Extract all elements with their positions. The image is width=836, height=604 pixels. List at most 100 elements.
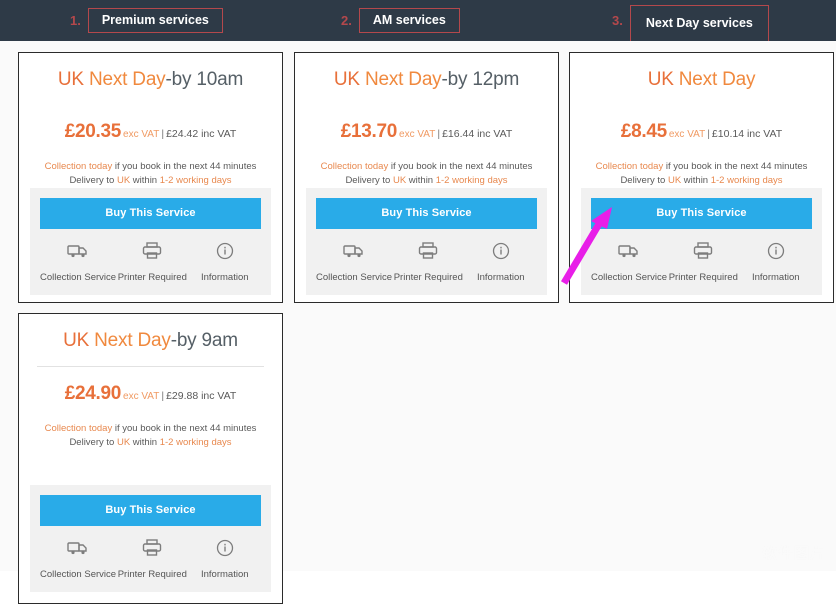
card-title: UK Next Day-by 9am [19, 314, 282, 366]
blurb-delivery-prefix: Delivery to [69, 437, 117, 448]
card-title-uk: UK [57, 69, 89, 90]
feature-information[interactable]: Information [189, 539, 261, 582]
service-card-grid: UK Next Day-by 10am £20.35 exc VAT | £24.42… [0, 41, 836, 604]
feature-label: Information [201, 272, 249, 283]
feature-printer-required[interactable]: Printer Required [667, 242, 739, 285]
card-title-service: Next Day [364, 69, 442, 90]
price-exc-vat: £24.90 [64, 383, 122, 404]
blurb-within: within [130, 437, 160, 448]
blurb-within: within [681, 175, 711, 186]
price-exc-vat: £13.70 [340, 121, 398, 142]
info-icon [740, 242, 812, 262]
feature-label: Printer Required [117, 272, 187, 283]
card-title-uk: UK [333, 69, 365, 90]
blurb-working-days: 1-2 working days [159, 437, 232, 448]
card-blurb: Collection today if you book in the next… [295, 143, 558, 188]
tab-label-next-day-services[interactable]: Next Day services [629, 5, 769, 44]
buy-this-service-button[interactable]: Buy This Service [40, 198, 261, 229]
blurb-region: UK [392, 175, 407, 186]
tab-label-premium-services[interactable]: Premium services [87, 7, 223, 34]
blurb-region: UK [667, 175, 682, 186]
blurb-booking-window: if you book in the next 44 minutes [663, 161, 808, 172]
feature-label: Information [477, 272, 525, 283]
truck-icon [591, 242, 667, 262]
blurb-collection-today: Collection today [44, 161, 113, 172]
service-card[interactable]: UK Next Day £8.45 exc VAT | £10.14 inc VAT … [569, 52, 834, 303]
feature-label: Collection Service [316, 272, 393, 283]
blurb-collection-today: Collection today [320, 161, 389, 172]
price-exc-vat-label: exc VAT [668, 129, 706, 140]
feature-label: Collection Service [591, 272, 668, 283]
card-blurb: Collection today if you book in the next… [570, 143, 833, 188]
blurb-working-days: 1-2 working days [710, 175, 783, 186]
card-title: UK Next Day-by 12pm [295, 53, 558, 105]
card-title-suffix: -by 9am [170, 330, 238, 351]
card-title-uk: UK [63, 330, 95, 351]
service-card[interactable]: UK Next Day-by 10am £20.35 exc VAT | £24.42… [18, 52, 283, 303]
price-exc-vat-label: exc VAT [399, 129, 436, 140]
price-exc-vat: £8.45 [620, 121, 667, 142]
feature-collection-service[interactable]: Collection Service [40, 242, 116, 285]
tab-next-day-services[interactable]: 3. Next Day services [612, 0, 769, 44]
card-footer: Buy This Service Collection Service Prin… [30, 485, 271, 592]
card-blurb: Collection today if you book in the next… [19, 143, 282, 188]
service-card[interactable]: UK Next Day-by 9am £24.90 exc VAT | £29.88 … [18, 313, 283, 604]
printer-icon [116, 539, 188, 559]
feature-printer-required[interactable]: Printer Required [392, 242, 464, 285]
blurb-region: UK [116, 437, 131, 448]
price-separator: | [437, 128, 441, 140]
tab-number-3: 3. [612, 13, 623, 28]
feature-collection-service[interactable]: Collection Service [40, 539, 116, 582]
feature-label: Collection Service [40, 272, 117, 283]
blurb-collection-today: Collection today [44, 423, 113, 434]
feature-collection-service[interactable]: Collection Service [591, 242, 667, 285]
feature-label: Information [752, 272, 800, 283]
feature-printer-required[interactable]: Printer Required [116, 539, 188, 582]
price-inc-vat: £29.88 inc VAT [166, 390, 237, 402]
service-tabs-bar: 1. Premium services 2. AM services 3. Ne… [0, 0, 836, 44]
price-exc-vat-label: exc VAT [123, 129, 160, 140]
printer-icon [667, 242, 739, 262]
card-footer: Buy This Service Collection Service Prin… [581, 188, 822, 295]
service-card[interactable]: UK Next Day-by 12pm £13.70 exc VAT | £16.44… [294, 52, 559, 303]
buy-this-service-button[interactable]: Buy This Service [591, 198, 812, 229]
buy-this-service-button[interactable]: Buy This Service [40, 495, 261, 526]
tab-number-1: 1. [70, 13, 81, 28]
tab-number-2: 2. [341, 13, 352, 28]
feature-information[interactable]: Information [189, 242, 261, 285]
price-exc-vat: £20.35 [64, 121, 122, 142]
card-title-uk: UK [647, 69, 679, 90]
feature-information[interactable]: Information [465, 242, 537, 285]
card-title: UK Next Day-by 10am [19, 53, 282, 105]
info-icon [189, 242, 261, 262]
card-price-row: £24.90 exc VAT | £29.88 inc VAT [19, 367, 282, 405]
tab-label-am-services[interactable]: AM services [358, 7, 460, 34]
blurb-delivery-prefix: Delivery to [620, 175, 668, 186]
card-title-service: Next Day [94, 330, 171, 351]
blurb-working-days: 1-2 working days [435, 175, 508, 186]
card-feature-row: Collection Service Printer Required Info… [40, 539, 261, 582]
feature-printer-required[interactable]: Printer Required [116, 242, 188, 285]
card-blurb: Collection today if you book in the next… [19, 405, 282, 450]
price-inc-vat: £24.42 inc VAT [166, 128, 237, 140]
card-price-row: £20.35 exc VAT | £24.42 inc VAT [19, 105, 282, 143]
price-separator: | [707, 128, 710, 140]
feature-information[interactable]: Information [740, 242, 812, 285]
card-title-suffix: -by 12pm [441, 69, 520, 90]
blurb-booking-window: if you book in the next 44 minutes [112, 423, 257, 434]
tab-am-services[interactable]: 2. AM services [341, 0, 460, 41]
feature-collection-service[interactable]: Collection Service [316, 242, 392, 285]
feature-label: Printer Required [668, 272, 738, 283]
card-title-suffix: -by 10am [165, 69, 244, 90]
truck-icon [316, 242, 392, 262]
blurb-within: within [406, 175, 436, 186]
blurb-collection-today: Collection today [595, 161, 664, 172]
blurb-delivery-prefix: Delivery to [345, 175, 393, 186]
blurb-booking-window: if you book in the next 44 minutes [112, 161, 257, 172]
tab-premium-services[interactable]: 1. Premium services [70, 0, 223, 41]
buy-this-service-button[interactable]: Buy This Service [316, 198, 537, 229]
card-feature-row: Collection Service Printer Required Info… [40, 242, 261, 285]
price-separator: | [161, 390, 165, 402]
price-separator: | [161, 128, 165, 140]
price-inc-vat: £10.14 inc VAT [711, 128, 783, 140]
